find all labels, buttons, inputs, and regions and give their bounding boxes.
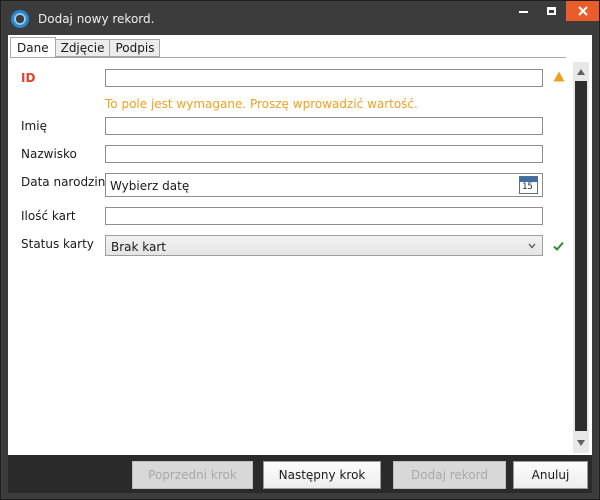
- tab-dane[interactable]: Dane: [10, 37, 56, 58]
- dialog-content: Dane Zdjęcie Podpis ID To pole jest wyma…: [8, 35, 592, 455]
- birth-date-label: Data narodzin: [21, 175, 106, 189]
- checkmark-icon: [553, 241, 564, 251]
- id-error-message: To pole jest wymagane. Proszę wprowadzić…: [105, 97, 418, 111]
- card-status-label: Status karty: [21, 237, 94, 251]
- cancel-button[interactable]: Anuluj: [513, 461, 588, 489]
- title-bar[interactable]: Dodaj nowy rekord.: [1, 1, 599, 35]
- vertical-scrollbar[interactable]: [573, 62, 589, 453]
- add-record-button[interactable]: Dodaj rekord: [393, 461, 506, 489]
- maximize-icon: [546, 7, 556, 15]
- dialog-window: Dodaj nowy rekord. Dane Zdjęcie Podpis I…: [0, 0, 600, 500]
- next-step-button[interactable]: Następny krok: [263, 461, 381, 489]
- birth-date-picker[interactable]: Wybierz datę 15: [105, 173, 543, 197]
- window-title: Dodaj nowy rekord.: [38, 12, 155, 26]
- previous-step-button[interactable]: Poprzedni krok: [132, 461, 253, 489]
- first-name-label: Imię: [21, 119, 47, 133]
- close-icon: [577, 6, 588, 16]
- scrollbar-thumb[interactable]: [575, 81, 587, 431]
- minimize-icon: [518, 11, 528, 13]
- tab-zdjecie[interactable]: Zdjęcie: [55, 39, 111, 57]
- app-logo-icon: [11, 10, 29, 28]
- tab-bar: Dane Zdjęcie Podpis: [10, 37, 161, 58]
- id-label: ID: [21, 71, 36, 85]
- card-count-label: Ilość kart: [21, 209, 76, 223]
- scroll-up-arrow-icon[interactable]: [576, 68, 586, 76]
- birth-date-placeholder: Wybierz datę: [110, 179, 190, 193]
- id-field[interactable]: [105, 69, 543, 87]
- card-status-value: Brak kart: [111, 240, 167, 254]
- calendar-day-number: 15: [522, 182, 533, 192]
- scroll-down-arrow-icon[interactable]: [576, 439, 586, 447]
- warning-triangle-icon: [553, 71, 565, 82]
- chevron-down-icon: [528, 243, 536, 249]
- tab-panel-border: [10, 57, 566, 58]
- tab-podpis[interactable]: Podpis: [110, 39, 161, 57]
- card-status-select[interactable]: Brak kart: [105, 235, 543, 256]
- last-name-label: Nazwisko: [21, 147, 77, 161]
- maximize-button[interactable]: [535, 1, 567, 21]
- dialog-footer: Poprzedni krok Następny krok Dodaj rekor…: [8, 455, 592, 493]
- close-button[interactable]: [566, 1, 599, 21]
- calendar-icon[interactable]: 15: [519, 176, 538, 194]
- card-count-field[interactable]: [105, 207, 543, 225]
- last-name-field[interactable]: [105, 145, 543, 163]
- first-name-field[interactable]: [105, 117, 543, 135]
